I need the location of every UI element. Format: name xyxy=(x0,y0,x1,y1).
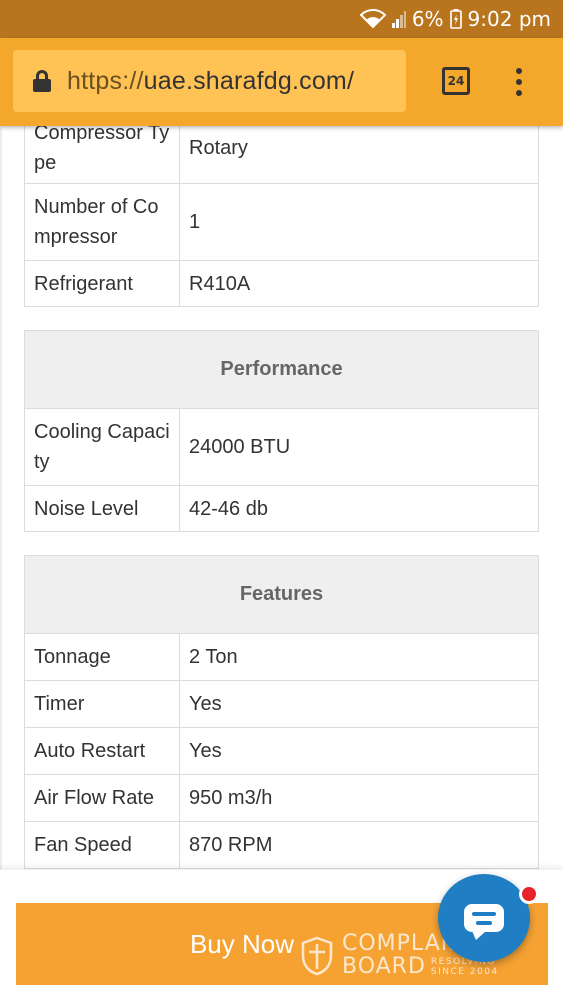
table-row: Auto Restart Yes xyxy=(24,727,539,775)
table-row: Compressor Ty pe Rotary xyxy=(24,126,539,184)
spec-value: 24000 BTU xyxy=(179,408,539,486)
spec-label: Air Flow Rate xyxy=(24,774,180,822)
spec-value: 2 Ton xyxy=(179,633,539,681)
spec-label: Timer xyxy=(24,680,180,728)
spec-value: 950 m3/h xyxy=(179,774,539,822)
lock-icon xyxy=(33,70,51,92)
spec-label: Compressor Ty pe xyxy=(24,126,180,184)
spec-table-features: Features Tonnage 2 Ton Timer Yes Auto Re… xyxy=(24,555,539,869)
spec-label: Noise Level xyxy=(24,485,180,532)
section-title-features: Features xyxy=(24,555,539,634)
spec-table-general: Compressor Ty pe Rotary Number of Co mpres… xyxy=(24,126,539,307)
spec-label: Fan Speed xyxy=(24,821,180,869)
chat-icon xyxy=(464,904,504,940)
table-row: Noise Level 42-46 db xyxy=(24,485,539,532)
table-header-row: Performance xyxy=(24,330,539,409)
watermark-line2: BOARD xyxy=(342,954,426,979)
url-host: uae.sharafdg.com/ xyxy=(143,66,355,95)
overflow-menu-icon[interactable] xyxy=(508,68,530,96)
spec-label: Cooling Capaci ty xyxy=(24,408,180,486)
spec-label: Number of Co mpressor xyxy=(24,183,180,261)
spec-value: Yes xyxy=(179,727,539,775)
section-title-performance: Performance xyxy=(24,330,539,409)
spec-value: Rotary xyxy=(179,126,539,184)
table-row: Tonnage 2 Ton xyxy=(24,633,539,681)
watermark-tag2: SINCE 2004 xyxy=(430,967,499,977)
spec-table-performance: Performance Cooling Capaci ty 24000 BTU N… xyxy=(24,330,539,532)
shield-logo-icon xyxy=(301,936,333,976)
spec-value: R410A xyxy=(179,260,539,307)
notification-badge xyxy=(519,884,539,904)
table-row: Air Flow Rate 950 m3/h xyxy=(24,774,539,822)
table-header-row: Features xyxy=(24,555,539,634)
table-row: Number of Co mpressor 1 xyxy=(24,183,539,261)
table-row: Fan Speed 870 RPM xyxy=(24,821,539,869)
spec-value: 1 xyxy=(179,183,539,261)
spec-label: Auto Restart xyxy=(24,727,180,775)
table-row: Cooling Capaci ty 24000 BTU xyxy=(24,408,539,486)
table-row: Timer Yes xyxy=(24,680,539,728)
address-bar[interactable]: https://uae.sharafdg.com/ xyxy=(13,50,406,112)
tab-switcher-icon[interactable]: 24 xyxy=(442,67,470,95)
spec-label: Refrigerant xyxy=(24,260,180,307)
table-row: Refrigerant R410A xyxy=(24,260,539,307)
battery-percent: 6% xyxy=(411,7,444,31)
signal-icon xyxy=(391,10,406,28)
page-content: Compressor Ty pe Rotary Number of Co mpres… xyxy=(0,126,563,1000)
wifi-icon xyxy=(359,9,386,29)
url-text[interactable]: https://uae.sharafdg.com/ xyxy=(67,67,354,96)
spec-value: 870 RPM xyxy=(179,821,539,869)
browser-toolbar: https://uae.sharafdg.com/ 24 xyxy=(0,38,563,126)
spec-value: Yes xyxy=(179,680,539,728)
clock: 9:02 pm xyxy=(467,7,551,31)
status-bar: 6% 9:02 pm xyxy=(0,0,563,38)
chat-button[interactable] xyxy=(438,874,530,962)
spec-value: 42-46 db xyxy=(179,485,539,532)
divider xyxy=(0,126,2,1000)
battery-icon xyxy=(449,9,462,29)
spec-label: Tonnage xyxy=(24,633,180,681)
url-protocol: https:// xyxy=(67,66,144,95)
